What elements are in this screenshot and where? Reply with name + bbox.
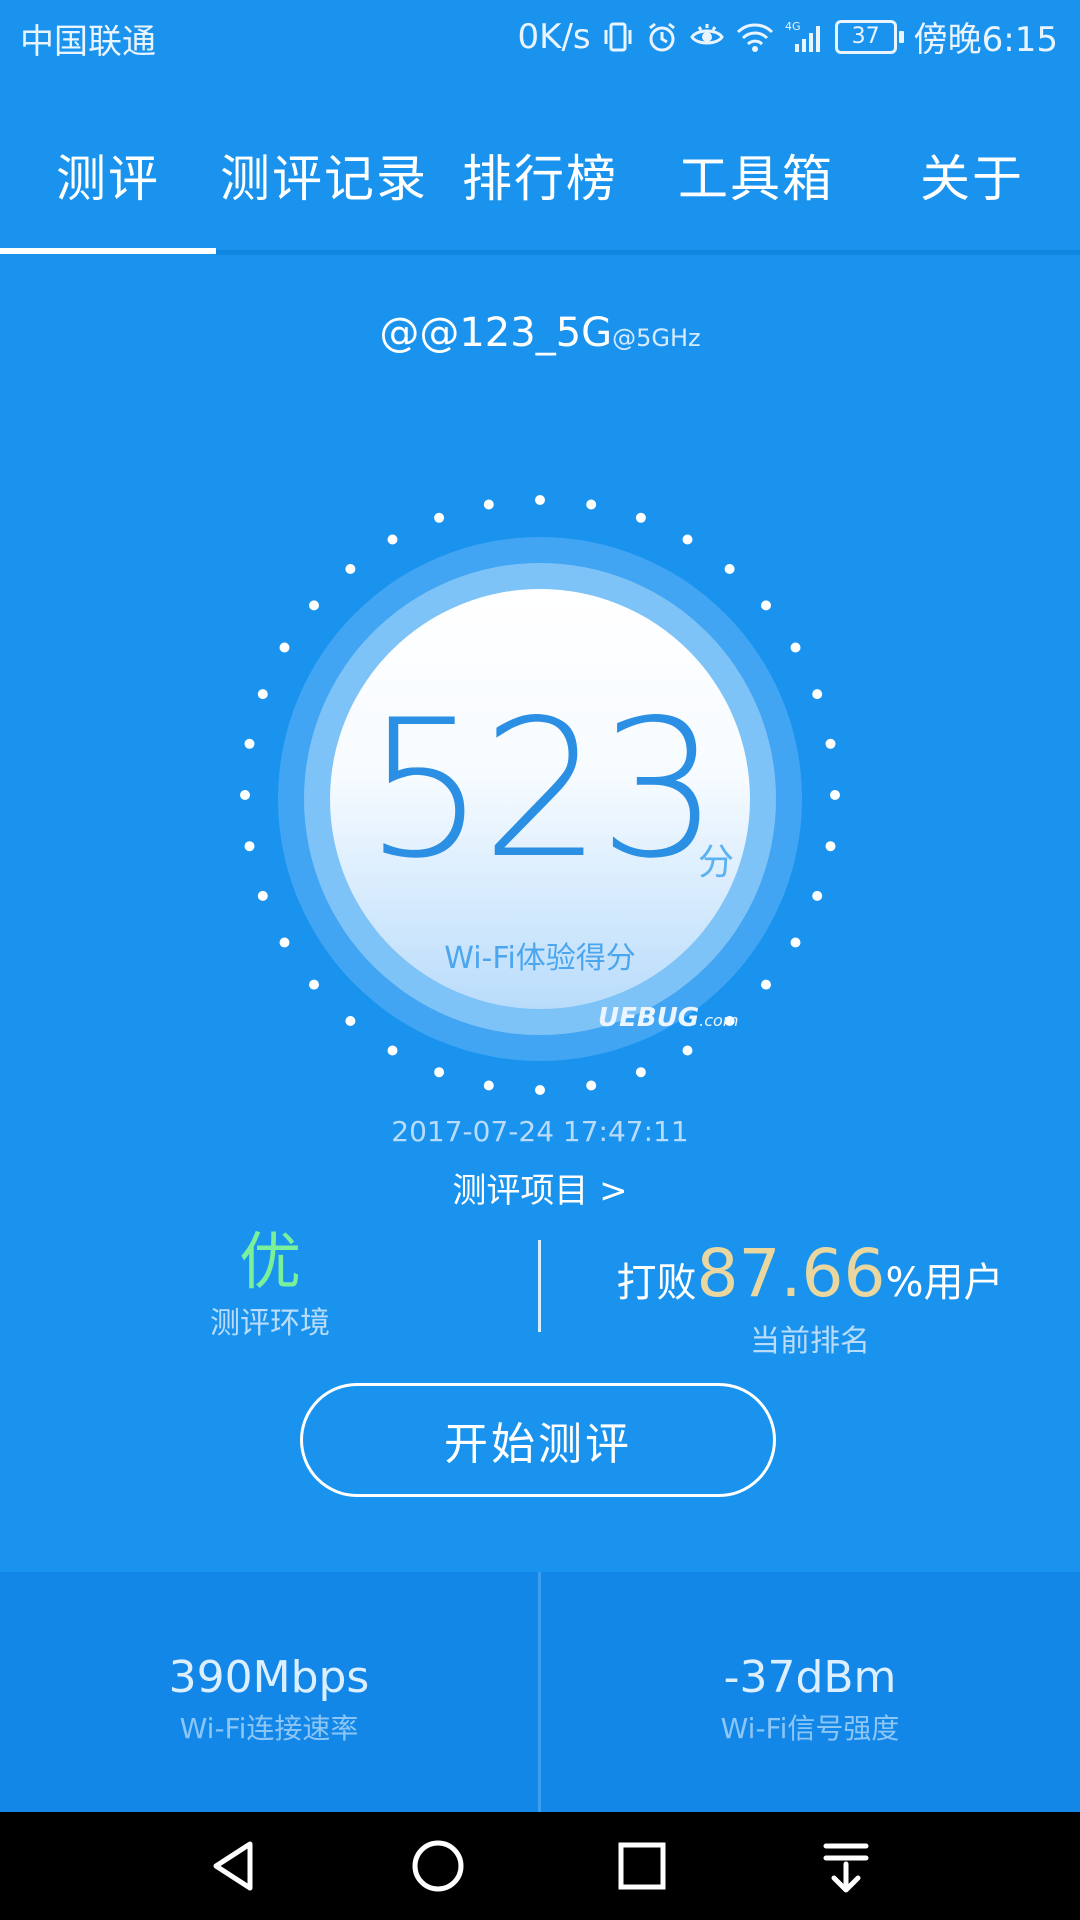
tab-about[interactable]: 关于 [864, 100, 1080, 250]
rank-suffix: %用户 [885, 1260, 1004, 1306]
rank-prefix: 打败 [616, 1260, 697, 1306]
link-speed-value: 390Mbps [168, 1652, 370, 1703]
cellular-4g-icon: 4G [785, 20, 825, 54]
network-info: @@123_5G@5GHz [0, 310, 1080, 356]
gauge-dot [434, 512, 445, 523]
environment-label: 测评环境 [210, 1306, 330, 1342]
gauge-dot [682, 534, 693, 545]
score-unit: 分 [698, 842, 735, 883]
gauge-dot [761, 979, 771, 990]
tab-history[interactable]: 测评记录 [216, 100, 432, 250]
start-test-button[interactable]: 开始测评 [300, 1383, 776, 1497]
notification-pull-icon[interactable] [814, 1834, 878, 1898]
gauge-dot [724, 564, 735, 574]
gauge-dot [635, 1067, 646, 1078]
gauge-dot [279, 642, 290, 653]
battery-level: 37 [834, 19, 897, 54]
vibrate-icon [601, 20, 635, 54]
carrier-name: 中国联通 [20, 22, 156, 62]
gauge-dot [586, 1080, 597, 1091]
clock: 傍晚6:15 [913, 20, 1058, 60]
environment-grade: 优 [238, 1225, 301, 1298]
evaluation-items-link[interactable]: 测评项目 > [0, 1163, 1080, 1212]
gauge-dot [761, 600, 771, 611]
gauge-dot [812, 890, 823, 901]
gauge-dot [309, 600, 319, 611]
recents-icon[interactable] [610, 1834, 674, 1898]
alarm-icon [645, 20, 679, 54]
gauge-dot [309, 979, 319, 990]
gauge-dot [387, 1045, 398, 1056]
gauge-dot [586, 499, 597, 510]
back-icon[interactable] [202, 1834, 266, 1898]
score-gauge: 523 分 Wi-Fi体验得分 UEBUG.com [240, 495, 840, 1095]
gauge-dot [535, 495, 545, 505]
wifi-icon [735, 20, 775, 54]
system-nav-bar [0, 1812, 1080, 1920]
stats-panel: 390Mbps Wi-Fi连接速率 -37dBm Wi-Fi信号强度 [0, 1572, 1080, 1812]
results-divider [538, 1240, 541, 1332]
rank-label: 当前排名 [750, 1324, 870, 1359]
gauge-dot [790, 642, 801, 653]
gauge-dot [345, 1016, 356, 1026]
signal-strength-value: -37dBm [723, 1652, 897, 1703]
tab-bar: 测评 测评记录 排行榜 工具箱 关于 [0, 100, 1080, 250]
link-speed-label: Wi-Fi连接速率 [179, 1712, 359, 1745]
tab-leaderboard[interactable]: 排行榜 [432, 100, 648, 250]
gauge-dot [483, 499, 494, 510]
gauge-dot [635, 512, 646, 523]
wifi-score: 523 [364, 679, 720, 900]
watermark-logo: UEBUG.com [598, 1003, 739, 1033]
ranking: 打败87.66%用户 当前排名 [560, 1235, 1060, 1360]
test-timestamp: 2017-07-24 17:47:11 [391, 1115, 689, 1148]
home-icon[interactable] [406, 1834, 470, 1898]
signal-strength-stat: -37dBm Wi-Fi信号强度 [541, 1572, 1079, 1812]
link-speed-stat: 390Mbps Wi-Fi连接速率 [0, 1572, 538, 1812]
gauge-dot [257, 890, 268, 901]
eye-icon [689, 20, 725, 54]
signal-strength-label: Wi-Fi信号强度 [720, 1712, 900, 1745]
gauge-dot [434, 1067, 445, 1078]
tab-toolbox[interactable]: 工具箱 [648, 100, 864, 250]
status-bar: 中国联通 0K/s 4G 37 傍晚6:15 [0, 0, 1080, 76]
active-tab-indicator [0, 248, 216, 254]
gauge-dot [387, 534, 398, 545]
wifi-band: @5GHz [612, 324, 701, 352]
rank-percentage: 87.66 [696, 1235, 886, 1312]
gauge-dot [682, 1045, 693, 1056]
tab-bar-divider [216, 250, 1080, 255]
gauge-dot [345, 564, 356, 574]
net-speed: 0K/s [517, 16, 591, 57]
battery-icon: 37 [834, 19, 904, 54]
gauge-dot [535, 1085, 545, 1095]
score-label: Wi-Fi体验得分 [444, 941, 636, 976]
tab-evaluate[interactable]: 测评 [0, 100, 216, 250]
svg-text:4G: 4G [785, 20, 801, 33]
environment-rating: 优 测评环境 [170, 1225, 370, 1342]
wifi-ssid: @@123_5G [379, 310, 613, 356]
status-icons: 0K/s 4G 37 傍晚6:15 [518, 12, 1058, 61]
gauge-dot [483, 1080, 494, 1091]
